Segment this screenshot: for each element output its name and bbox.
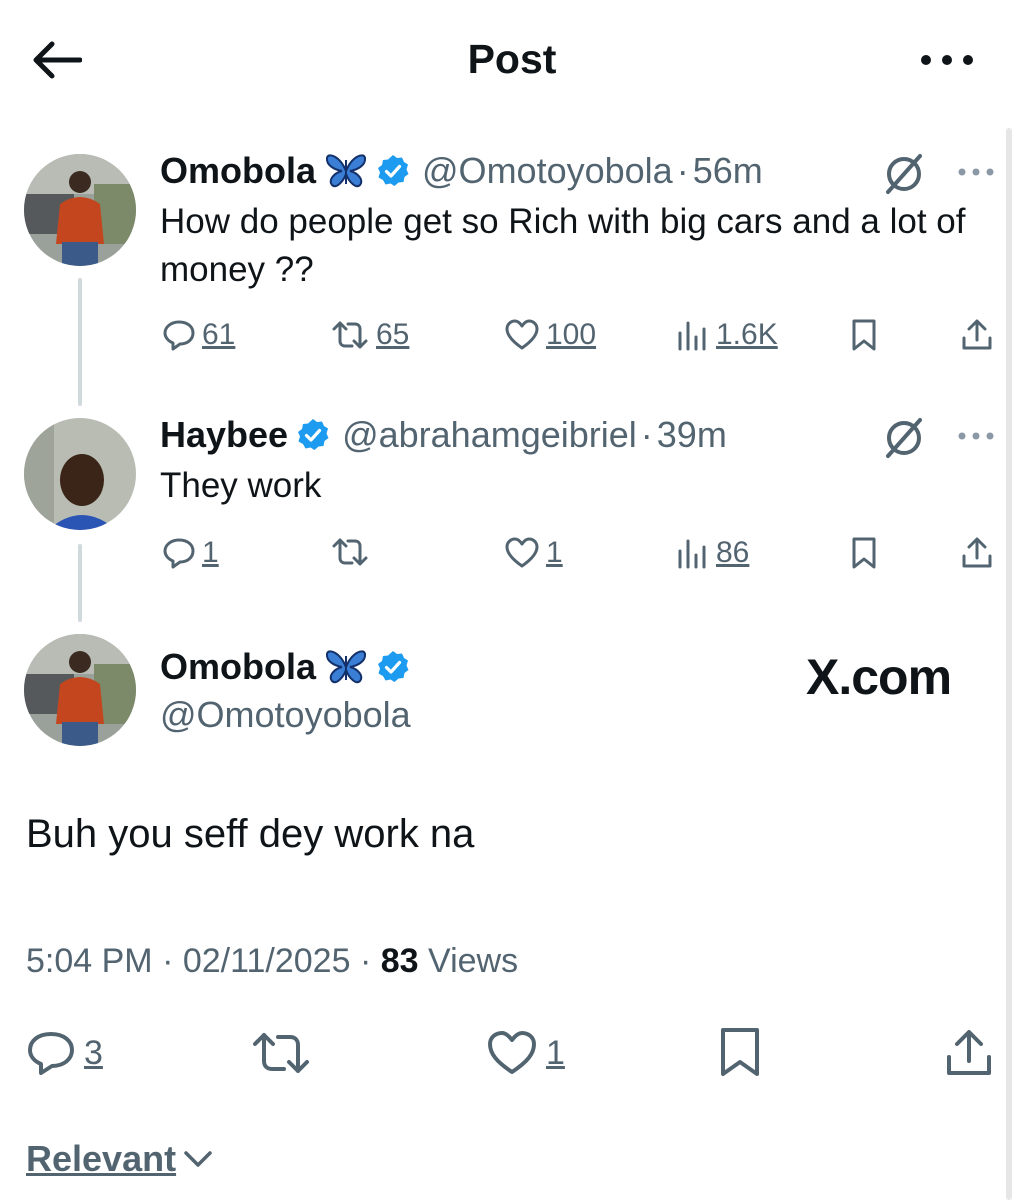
display-name[interactable]: Haybee (160, 414, 288, 456)
display-name[interactable]: Omobola (160, 150, 316, 192)
reply-button[interactable]: 1 (162, 536, 219, 570)
reply-icon (163, 320, 195, 351)
views-count: 83 (380, 942, 419, 980)
share-icon (962, 537, 992, 568)
chevron-down-icon (184, 1151, 212, 1167)
post-text: Buh you seff dey work na (26, 812, 475, 856)
verified-icon (296, 418, 330, 452)
bookmark-icon (852, 319, 876, 351)
reply-count: 3 (84, 1033, 103, 1072)
share-button[interactable] (960, 318, 994, 352)
views-button[interactable]: 86 (676, 536, 749, 570)
share-icon (947, 1030, 991, 1075)
bookmark-button[interactable] (718, 1026, 762, 1078)
repost-button[interactable] (250, 1030, 312, 1076)
reply-button[interactable]: 3 (26, 1030, 103, 1076)
post-time[interactable]: 5:04 PM (26, 942, 153, 980)
avatar[interactable] (24, 634, 136, 746)
views-button[interactable]: 1.6K (676, 318, 778, 352)
repost-icon (332, 321, 368, 349)
bookmark-icon (721, 1028, 759, 1076)
share-button[interactable] (960, 536, 994, 570)
like-icon (488, 1031, 536, 1074)
like-count: 1 (546, 1033, 565, 1072)
sort-label: Relevant (26, 1138, 177, 1179)
x-com-watermark: X.com (806, 649, 952, 705)
user-handle[interactable]: @Omotoyobola (422, 150, 673, 192)
verified-icon (376, 154, 410, 188)
butterfly-icon (324, 152, 368, 190)
like-icon (505, 537, 539, 568)
views-count: 86 (716, 536, 750, 569)
post-meta: 5:04 PM · 02/11/2025 · 83 Views (26, 942, 518, 981)
avatar[interactable] (24, 418, 136, 530)
share-button[interactable] (944, 1028, 994, 1078)
share-icon (962, 319, 992, 350)
like-button[interactable]: 1 (504, 536, 563, 570)
display-name[interactable]: Omobola (160, 646, 316, 688)
main-post-header: Omobola (160, 646, 410, 688)
reply-button[interactable]: 61 (162, 318, 235, 352)
like-count: 1 (546, 536, 563, 569)
more-icon[interactable] (918, 48, 976, 72)
bookmark-button[interactable] (850, 318, 878, 352)
tweet-text: How do people get so Rich with big cars … (160, 202, 966, 289)
tweet-header: Haybee @abrahamgeibriel · 39m (160, 414, 727, 456)
timestamp[interactable]: 39m (657, 414, 727, 456)
repost-count: 65 (376, 318, 410, 351)
bookmark-icon (852, 537, 876, 569)
thread-line (78, 278, 82, 406)
verified-icon (376, 650, 410, 684)
views-icon (678, 321, 706, 351)
like-count: 100 (546, 318, 597, 351)
like-button[interactable]: 1 (486, 1030, 565, 1076)
views-count: 1.6K (716, 318, 778, 351)
reply-icon (163, 538, 195, 569)
separator-dot: · (359, 942, 372, 980)
page-title: Post (467, 36, 557, 82)
user-handle[interactable]: @Omotoyobola (160, 694, 411, 736)
repost-icon (253, 1033, 309, 1073)
sort-relevant-dropdown[interactable]: Relevant (26, 1138, 216, 1180)
separator-dot: · (676, 150, 689, 191)
post-date[interactable]: 02/11/2025 (183, 942, 351, 980)
tweet-text: They work (160, 466, 322, 505)
views-label: Views (428, 942, 519, 980)
tweet-header: Omobola @Omotoyobola · 56m (160, 150, 763, 192)
main-post-handle-row: @Omotoyobola (160, 694, 411, 736)
repost-icon (332, 538, 368, 566)
separator-dot: · (162, 942, 174, 980)
like-button[interactable]: 100 (504, 318, 596, 352)
views-icon (678, 539, 706, 569)
thread-line (78, 544, 82, 622)
reply-count: 61 (202, 318, 236, 351)
reply-icon (28, 1032, 74, 1075)
reply-count: 1 (202, 536, 219, 569)
like-icon (505, 319, 539, 350)
user-handle[interactable]: @abrahamgeibriel (342, 414, 637, 456)
bookmark-button[interactable] (850, 536, 878, 570)
more-icon[interactable] (956, 164, 996, 180)
repost-button[interactable]: 65 (330, 318, 409, 352)
avatar[interactable] (24, 154, 136, 266)
more-icon[interactable] (956, 428, 996, 444)
timestamp[interactable]: 56m (693, 150, 763, 192)
grok-icon[interactable] (882, 152, 926, 196)
grok-icon[interactable] (882, 416, 926, 460)
butterfly-icon (324, 648, 368, 686)
repost-button[interactable] (330, 536, 376, 568)
scrollbar[interactable] (1006, 128, 1012, 1200)
separator-dot: · (640, 414, 653, 455)
